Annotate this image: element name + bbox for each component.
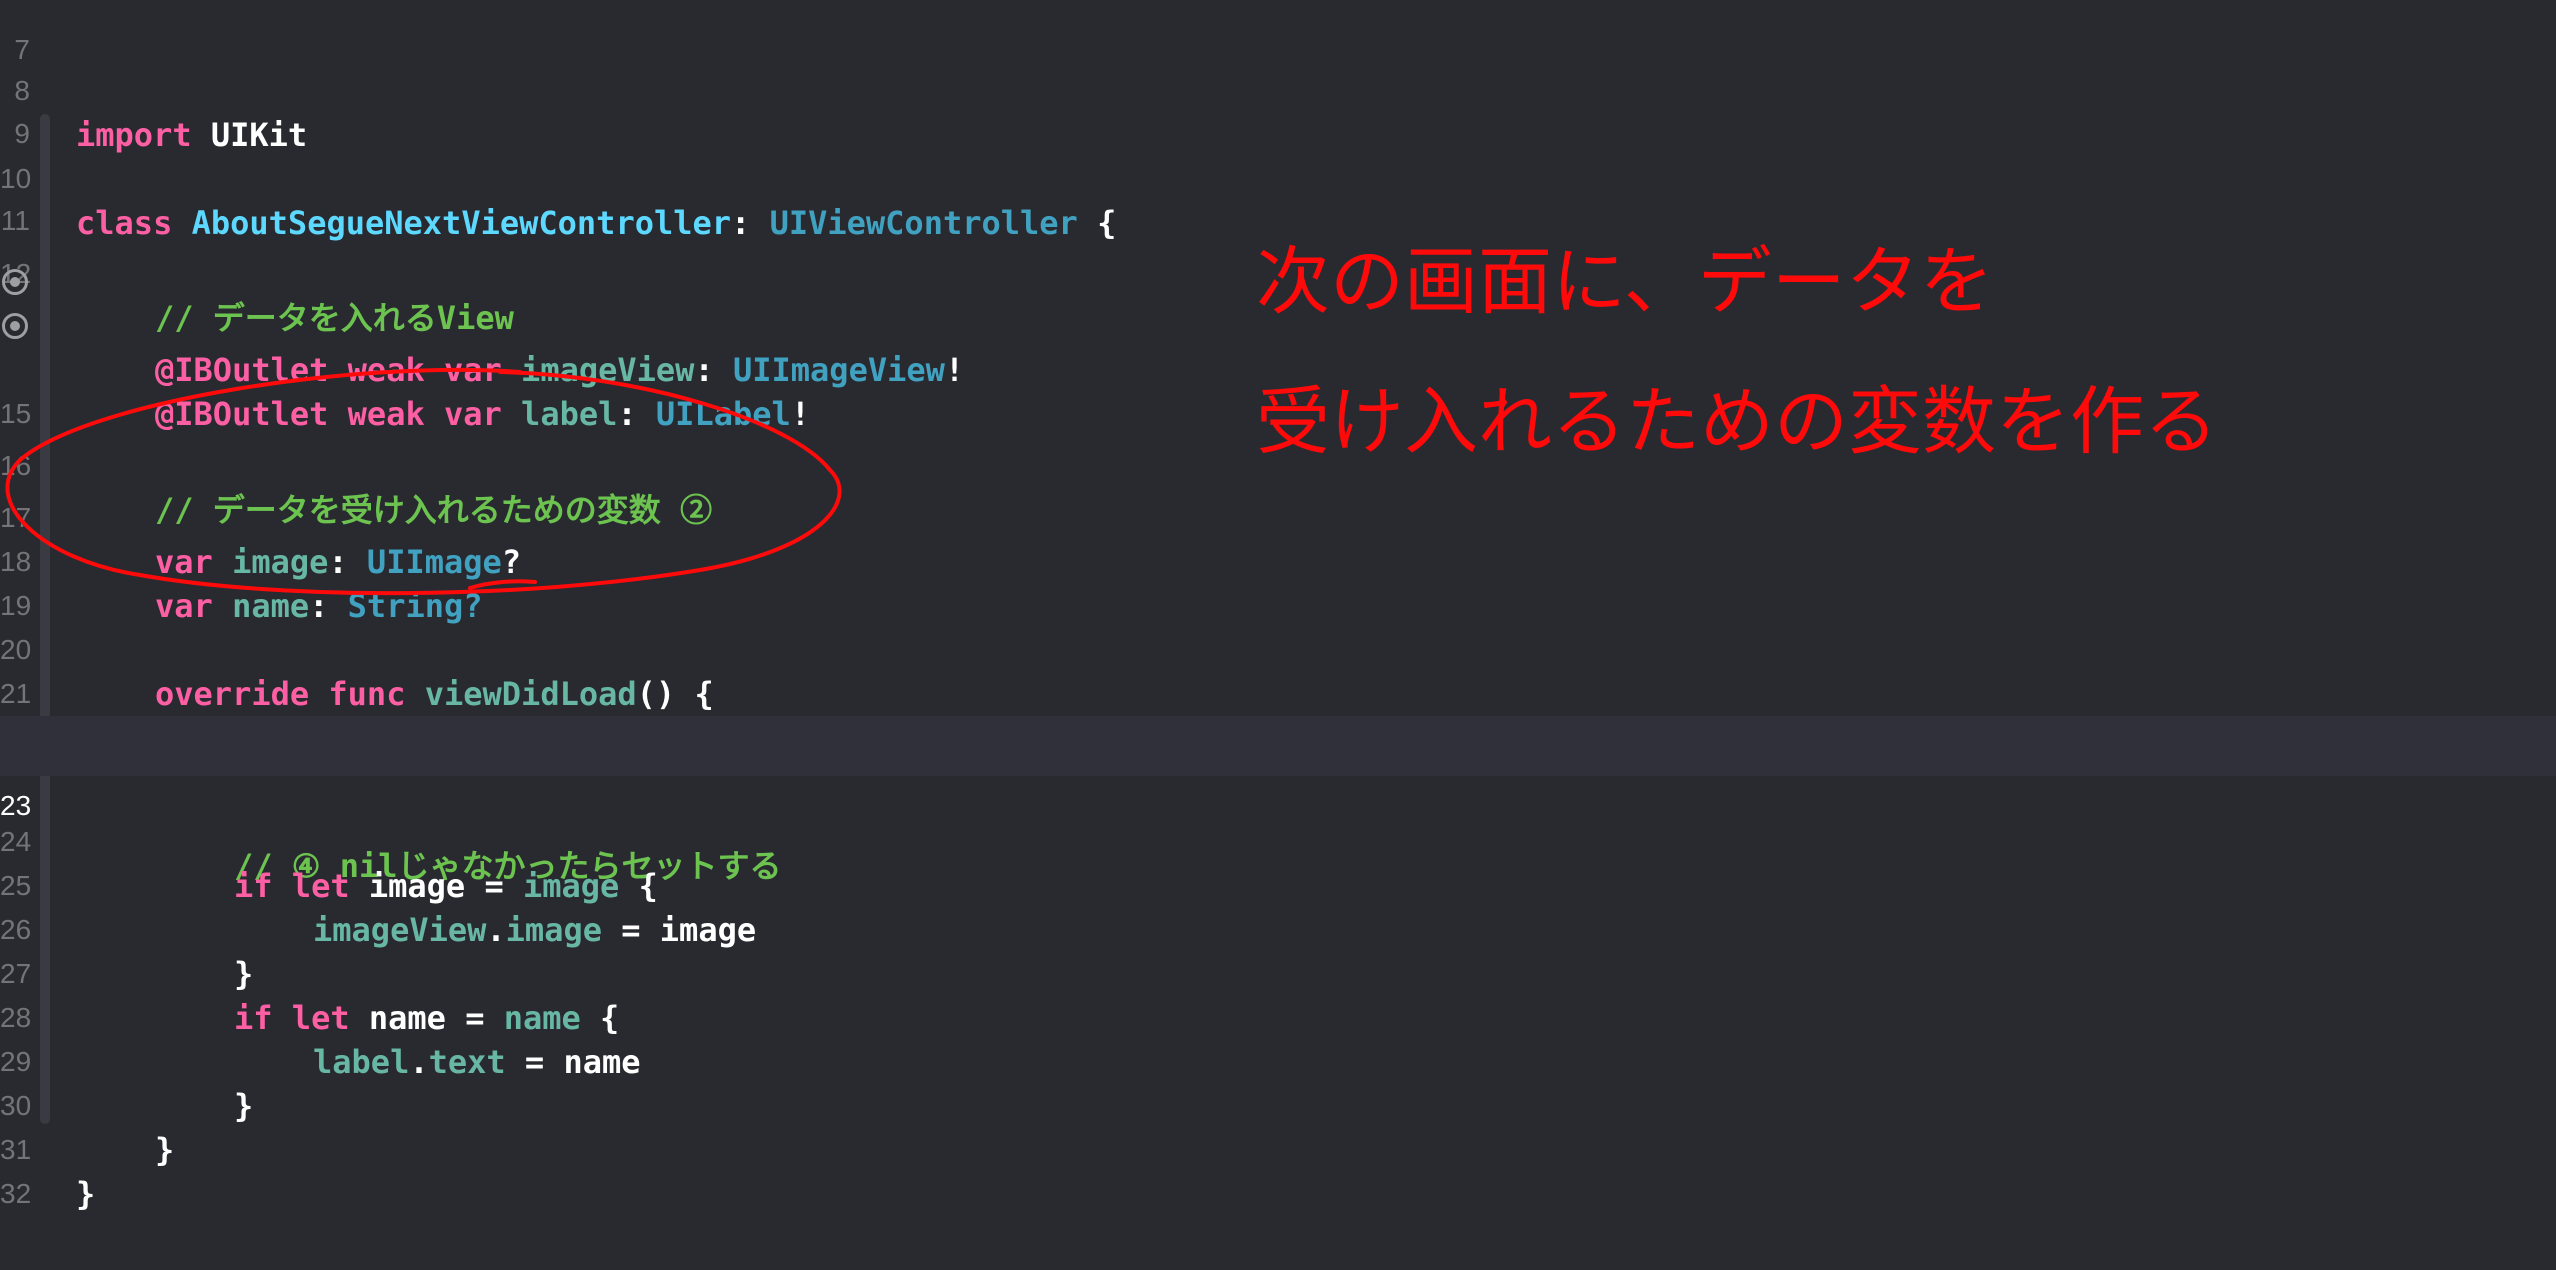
code-line-28[interactable]: 28 label.text = name [0, 952, 2556, 1081]
annotation-text-line-2: 受け入れるための変数を作る [1256, 379, 2218, 465]
annotation-text-line-1: 次の画面に、データを [1256, 239, 1994, 325]
code-content: } [76, 1175, 96, 1213]
outlet-connection-icon[interactable] [2, 313, 28, 339]
code-line-9[interactable]: 9 [0, 68, 2556, 149]
code-line-18[interactable]: 18 var name: String? [0, 496, 2556, 625]
code-line-10[interactable]: 10 class AboutSegueNextViewController: U… [0, 113, 2556, 242]
code-line-27[interactable]: 27 if let name = name { [0, 908, 2556, 1037]
code-line-30[interactable]: 30 } [0, 1040, 2556, 1169]
code-editor[interactable]: 7 8 import UIKit 9 10 class AboutSegueNe… [0, 0, 2556, 1270]
line-number: 32 [0, 1178, 32, 1209]
code-line-19[interactable]: 19 [0, 540, 2556, 621]
code-line-22[interactable]: 22 [0, 672, 2556, 753]
outlet-connection-icon[interactable] [2, 269, 28, 295]
code-line-29[interactable]: 29 } [0, 996, 2556, 1125]
code-line-25[interactable]: 25 imageView.image = image [0, 820, 2556, 949]
code-line-32[interactable]: 32 [0, 1128, 2556, 1209]
code-line-31[interactable]: 31 } [0, 1084, 2556, 1213]
code-line-21[interactable]: 21 super.viewDidLoad() [0, 628, 2556, 757]
code-line-7[interactable]: 7 [0, 0, 2556, 65]
code-line-23-current[interactable]: 23 // ④ nilじゃなかったらセットする [0, 716, 2556, 885]
code-line-26[interactable]: 26 } [0, 864, 2556, 993]
code-line-24[interactable]: 24 if let image = image { [0, 776, 2556, 905]
code-line-11[interactable]: 11 [0, 155, 2556, 236]
code-line-8[interactable]: 8 import UIKit [0, 25, 2556, 154]
code-line-20[interactable]: 20 override func viewDidLoad() { [0, 584, 2556, 713]
